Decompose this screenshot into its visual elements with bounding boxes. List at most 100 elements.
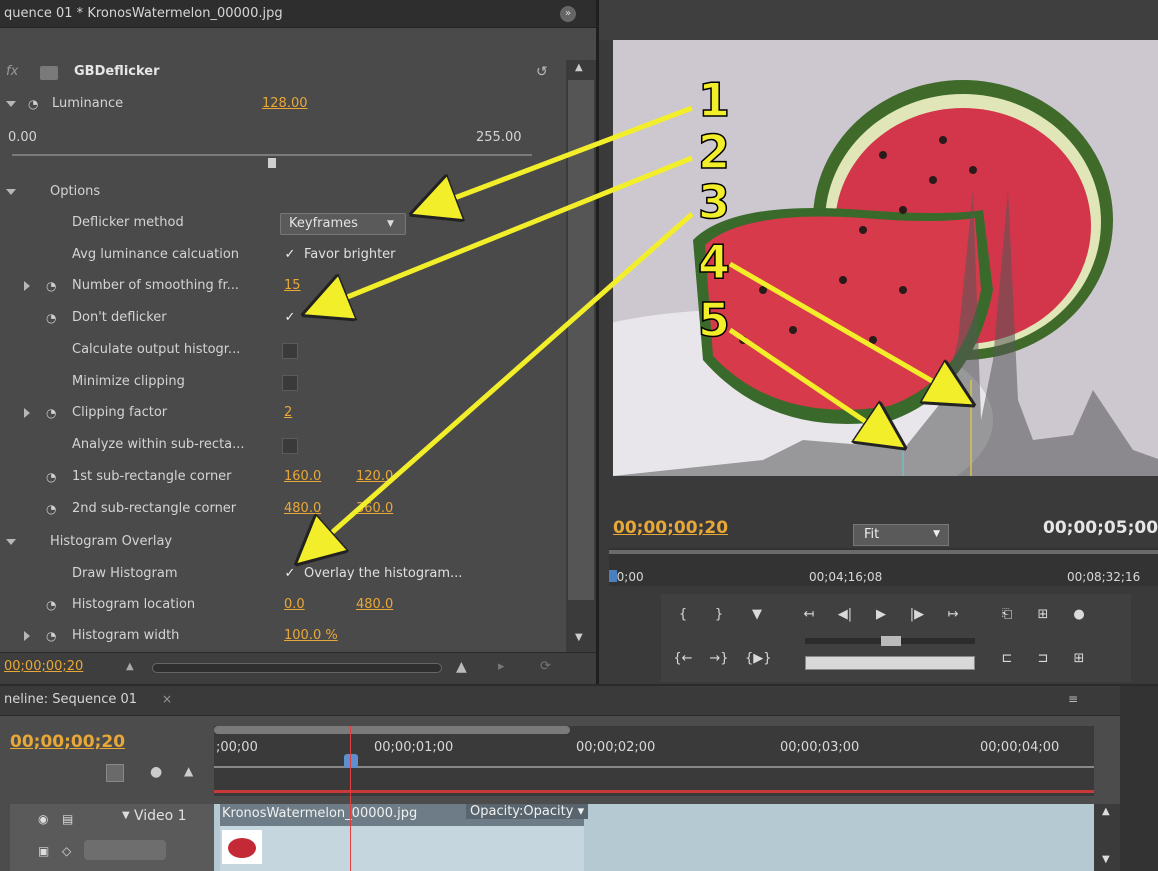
program-current-timecode[interactable]: 00;00;00;20	[613, 518, 728, 538]
deflicker-method-dropdown[interactable]: Keyframes ▼	[280, 213, 406, 235]
histogram-location-y[interactable]: 480.0	[356, 597, 393, 612]
histogram-location-x[interactable]: 0.0	[284, 597, 305, 612]
sub1-y-value[interactable]: 120.0	[356, 469, 393, 484]
zoom-out-icon[interactable]: ▲	[126, 661, 134, 672]
expand-triangle-icon[interactable]	[6, 189, 16, 195]
histogram-overlay-row[interactable]: Histogram Overlay	[0, 528, 566, 559]
shuttle-thumb[interactable]	[881, 636, 901, 646]
clip-property-dropdown[interactable]: Opacity:Opacity ▾	[466, 804, 589, 819]
expand-triangle-icon[interactable]	[6, 101, 16, 107]
luminance-slider-thumb[interactable]	[268, 158, 276, 168]
keyframe-icon[interactable]: ◇	[62, 844, 71, 858]
go-to-in-icon[interactable]: {←	[671, 648, 695, 670]
close-icon[interactable]: ×	[162, 692, 172, 706]
timeline-clip[interactable]: KronosWatermelon_00000.jpg Opacity:Opaci…	[220, 804, 589, 826]
expand-triangle-icon[interactable]	[24, 281, 30, 291]
expand-triangle-icon[interactable]	[24, 631, 30, 641]
luminance-slider-track[interactable]	[12, 154, 532, 156]
timeline-ruler[interactable]: ;00;00 00;00;01;00 00;00;02;00 00;00;03;…	[214, 726, 1094, 796]
safe-margins-icon[interactable]: ⊐	[1031, 648, 1055, 670]
play-in-to-out-icon[interactable]: {▶}	[745, 648, 772, 670]
overlay-checkbox[interactable]: ✓	[282, 567, 298, 583]
eye-icon[interactable]: ◉	[38, 812, 48, 826]
panel-menu-icon[interactable]: ≡	[1068, 692, 1078, 706]
set-encore-marker-icon[interactable]: ●	[150, 764, 162, 780]
program-time-ruler[interactable]: 00;00 00;04;16;08 00;08;32;16	[609, 548, 1158, 586]
smoothing-value[interactable]: 15	[284, 278, 301, 293]
sub1-x-value[interactable]: 160.0	[284, 469, 321, 484]
go-to-out-icon[interactable]: →}	[707, 648, 731, 670]
keyframe-navigator[interactable]	[84, 840, 166, 860]
add-marker-icon[interactable]: ▲	[184, 764, 193, 778]
timeline-current-timecode[interactable]: 00;00;00;20	[10, 732, 125, 752]
clipping-factor-value[interactable]: 2	[284, 405, 292, 420]
options-row[interactable]: Options	[0, 178, 566, 209]
loop-icon[interactable]: ⟳	[540, 659, 551, 674]
luminance-row: ◔ Luminance 128.00	[0, 90, 566, 121]
trim-icon[interactable]: ⊏	[995, 648, 1019, 670]
shuttle-slider[interactable]	[805, 636, 975, 646]
mark-out-icon[interactable]: }	[707, 604, 731, 626]
expand-triangle-icon[interactable]	[24, 408, 30, 418]
expand-triangle-icon[interactable]	[6, 539, 16, 545]
play-icon[interactable]: ▶	[869, 604, 893, 626]
minimize-clipping-checkbox[interactable]	[282, 375, 298, 391]
playhead-marker[interactable]	[609, 570, 617, 582]
jog-disk[interactable]	[805, 656, 975, 670]
sub2-x-value[interactable]: 480.0	[284, 501, 321, 516]
fit-dropdown[interactable]: Fit ▼	[853, 524, 949, 546]
effect-controls-timecode[interactable]: 00;00;00;20	[4, 659, 83, 674]
histogram-width-label: Histogram width	[72, 628, 180, 643]
zoom-scrollbar[interactable]	[152, 663, 442, 673]
collapse-triangle-icon[interactable]: ▼	[122, 810, 130, 821]
step-forward-icon[interactable]: |▶	[905, 604, 929, 626]
stopwatch-icon[interactable]: ◔	[46, 629, 60, 643]
avg-luminance-label: Avg luminance calcuation	[72, 247, 240, 262]
go-to-previous-edit-icon[interactable]: ↤	[797, 604, 821, 626]
histogram-width-value[interactable]: 100.0 %	[284, 628, 338, 643]
export-frame-icon[interactable]: ●	[1067, 604, 1091, 626]
stopwatch-icon[interactable]: ◔	[46, 311, 60, 325]
effect-controls-scrollbar[interactable]: ▲ ▼	[566, 60, 596, 660]
add-marker-icon[interactable]: ▼	[745, 604, 769, 626]
panel-menu-icon[interactable]: »	[560, 6, 576, 22]
step-back-icon[interactable]: ◀|	[833, 604, 857, 626]
output-icon[interactable]: ⊞	[1067, 648, 1091, 670]
film-icon[interactable]: ▤	[62, 812, 73, 826]
playhead-handle[interactable]	[344, 754, 358, 768]
stopwatch-icon[interactable]: ◔	[46, 598, 60, 612]
timeline-tab[interactable]: neline: Sequence 01 × ≡	[0, 686, 1120, 716]
stopwatch-icon[interactable]: ◔	[46, 470, 60, 484]
scrollbar-thumb[interactable]	[568, 80, 594, 600]
clip-body[interactable]	[220, 826, 584, 871]
stopwatch-icon[interactable]: ◔	[46, 279, 60, 293]
go-to-next-edit-icon[interactable]: ↦	[941, 604, 965, 626]
reset-icon[interactable]: ↺	[536, 64, 548, 80]
scroll-down-icon[interactable]: ▼	[1102, 854, 1110, 865]
scroll-down-icon[interactable]: ▼	[575, 632, 583, 643]
effect-header-row[interactable]: fx GBDeflicker ↺	[0, 58, 566, 89]
stopwatch-icon[interactable]: ◔	[46, 502, 60, 516]
dont-deflicker-checkbox[interactable]: ✓	[282, 311, 298, 327]
effect-controls-tab[interactable]: quence 01 * KronosWatermelon_00000.jpg »	[0, 0, 596, 28]
favor-brighter-checkbox[interactable]: ✓	[282, 248, 298, 264]
extract-icon[interactable]: ⊞	[1031, 604, 1055, 626]
sub2-y-value[interactable]: 360.0	[356, 501, 393, 516]
export-icon[interactable]: ▸	[498, 659, 505, 674]
mark-in-icon[interactable]: {	[671, 604, 695, 626]
snap-icon[interactable]	[106, 764, 124, 782]
stopwatch-icon[interactable]: ◔	[28, 97, 42, 111]
lift-icon[interactable]: ⎗	[995, 604, 1019, 626]
display-style-icon[interactable]: ▣	[38, 844, 49, 858]
timeline-scrollbar[interactable]: ▲ ▼	[1094, 804, 1120, 871]
calc-output-checkbox[interactable]	[282, 343, 298, 359]
zoom-in-icon[interactable]: ▲	[456, 659, 467, 675]
luminance-value[interactable]: 128.00	[262, 96, 308, 111]
stopwatch-icon[interactable]: ◔	[46, 406, 60, 420]
scroll-up-icon[interactable]: ▲	[1102, 806, 1110, 817]
scroll-up-icon[interactable]: ▲	[575, 62, 583, 73]
work-area-bar[interactable]	[214, 726, 570, 734]
work-area-bar[interactable]	[609, 550, 1158, 554]
analyze-sub-checkbox[interactable]	[282, 438, 298, 454]
favor-brighter-label: Favor brighter	[304, 247, 396, 262]
